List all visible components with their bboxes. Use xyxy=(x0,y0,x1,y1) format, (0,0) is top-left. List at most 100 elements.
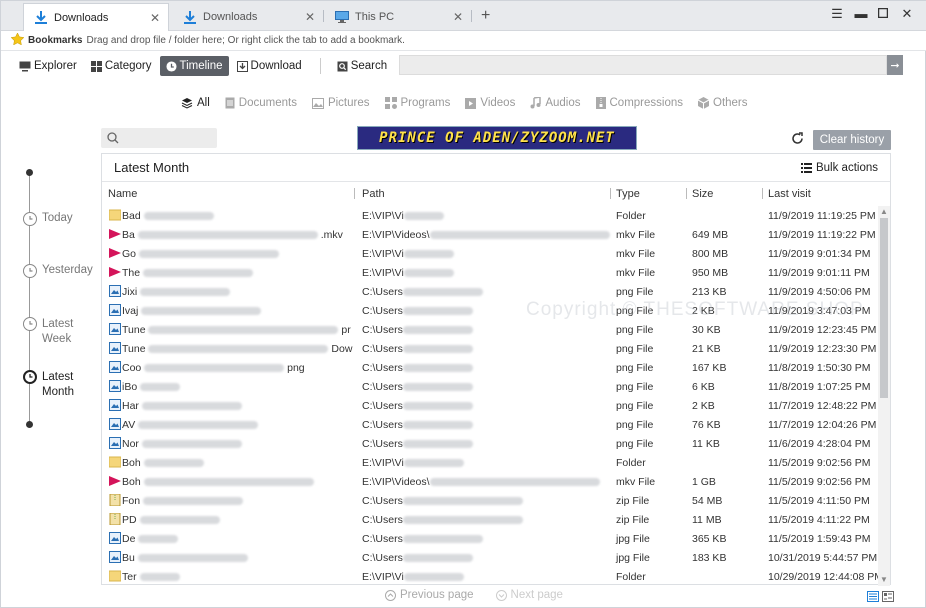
scroll-up-icon[interactable]: ▲ xyxy=(880,207,888,216)
scrollbar-thumb[interactable] xyxy=(880,218,888,398)
scroll-down-icon[interactable]: ▼ xyxy=(880,575,888,584)
table-row[interactable]: PD C:\Users zip File 11 MB 11/5/2019 4:11:2… xyxy=(102,510,878,529)
filter-documents[interactable]: Documents xyxy=(225,97,297,109)
column-header: Name Path Type Size Last visit xyxy=(102,182,890,206)
tab-downloads-2[interactable]: Downloads ✕ xyxy=(173,3,323,31)
previous-page-button[interactable]: Previous page xyxy=(385,589,474,601)
filter-all[interactable]: All xyxy=(181,97,210,109)
redacted-text xyxy=(429,478,600,487)
table-row[interactable]: Boh E:\VIP\Vi Folder 11/5/2019 9:02:56 PM xyxy=(102,453,878,472)
list-view-icon[interactable] xyxy=(867,591,879,605)
column-divider[interactable] xyxy=(762,188,763,199)
image-file-icon xyxy=(109,285,121,297)
bulk-actions-button[interactable]: Bulk actions xyxy=(800,162,878,174)
image-file-icon xyxy=(109,532,121,544)
search-input[interactable] xyxy=(101,128,217,148)
toolbar: Explorer Category Timeline Download Sear… xyxy=(13,53,913,79)
table-row[interactable]: Boh E:\VIP\Videos\ mkv File 1 GB 11/5/2019 … xyxy=(102,472,878,491)
timeline-latest-week[interactable]: Latest Week xyxy=(23,317,82,347)
clear-history-button[interactable]: Clear history xyxy=(813,130,891,150)
redacted-text xyxy=(141,307,262,316)
row-path: C:\Users xyxy=(362,495,523,507)
table-row[interactable]: Bu C:\Users jpg File 183 KB 10/31/2019 5:44… xyxy=(102,548,878,567)
tab-this-pc[interactable]: This PC ✕ xyxy=(325,3,471,31)
column-path[interactable]: Path xyxy=(362,188,385,200)
table-row[interactable]: Har C:\Users png File 2 KB 11/7/2019 12:48:… xyxy=(102,396,878,415)
column-name[interactable]: Name xyxy=(108,188,137,200)
table-row[interactable]: Tune pr C:\Users png File 30 KB 11/9/2019 12… xyxy=(102,320,878,339)
table-row[interactable]: Fon C:\Users zip File 54 MB 11/5/2019 4:11:… xyxy=(102,491,878,510)
table-row[interactable]: Nor C:\Users png File 11 KB 11/6/2019 4:28:… xyxy=(102,434,878,453)
clock-icon xyxy=(23,317,37,331)
row-type: png File xyxy=(616,419,654,431)
column-divider[interactable] xyxy=(354,188,355,199)
table-row[interactable]: Ter E:\VIP\Vi Folder 10/29/2019 12:44:08 P… xyxy=(102,567,878,586)
filter-videos[interactable]: Videos xyxy=(465,97,515,109)
column-type[interactable]: Type xyxy=(616,188,640,200)
redacted-text xyxy=(137,554,248,563)
star-icon xyxy=(10,32,25,48)
close-icon[interactable]: ✕ xyxy=(305,10,315,24)
explorer-button[interactable]: Explorer xyxy=(13,56,83,76)
column-divider[interactable] xyxy=(686,188,687,199)
filter-programs[interactable]: Programs xyxy=(384,97,450,109)
column-size[interactable]: Size xyxy=(692,188,713,200)
table-row[interactable]: Go E:\VIP\Vi mkv File 800 MB 11/9/2019 9:01… xyxy=(102,244,878,263)
image-file-icon xyxy=(109,551,121,563)
timeline-today[interactable]: Today xyxy=(23,212,73,226)
new-tab-icon[interactable]: + xyxy=(481,7,490,25)
row-size: 54 MB xyxy=(692,495,723,507)
menu-icon[interactable]: ☰ xyxy=(827,6,847,22)
row-path: C:\Users xyxy=(362,381,473,393)
timeline-button[interactable]: Timeline xyxy=(159,56,229,76)
row-last-visit: 11/9/2019 11:19:25 PM xyxy=(768,210,876,222)
row-name: De xyxy=(122,533,179,545)
row-size: 30 KB xyxy=(692,324,721,336)
row-path: C:\Users xyxy=(362,419,473,431)
go-arrow-icon[interactable]: ➞ xyxy=(887,55,903,75)
table-row[interactable]: Bad E:\VIP\Vi Folder 11/9/2019 11:19:25 PM xyxy=(102,206,878,225)
filter-audios[interactable]: Audios xyxy=(530,97,581,109)
row-last-visit: 11/9/2019 12:23:45 PM xyxy=(768,324,877,336)
table-row[interactable]: AV C:\Users png File 76 KB 11/7/2019 12:04:… xyxy=(102,415,878,434)
timeline-latest-month[interactable]: Latest Month xyxy=(23,370,82,400)
clock-icon xyxy=(23,212,37,226)
table-row[interactable]: Ba .mkv E:\VIP\Videos\ mkv File 649 MB 11/9/… xyxy=(102,225,878,244)
category-button[interactable]: Category xyxy=(85,56,158,76)
table-row[interactable]: Coo png C:\Users png File 167 KB 11/8/2019 1… xyxy=(102,358,878,377)
table-row[interactable]: Tune Dow C:\Users png File 21 KB 11/9/2019 1… xyxy=(102,339,878,358)
filter-compressions[interactable]: Compressions xyxy=(595,97,683,109)
redacted-text xyxy=(429,231,610,240)
filter-others[interactable]: Others xyxy=(698,97,748,109)
table-row[interactable]: The E:\VIP\Vi mkv File 950 MB 11/9/2019 9:0… xyxy=(102,263,878,282)
filter-pictures[interactable]: Pictures xyxy=(311,97,370,109)
column-last-visit[interactable]: Last visit xyxy=(768,188,811,200)
row-last-visit: 11/9/2019 11:19:22 PM xyxy=(768,229,876,241)
refresh-icon[interactable] xyxy=(791,132,804,148)
tab-downloads-1[interactable]: Downloads ✕ xyxy=(23,3,169,31)
video-file-icon xyxy=(109,267,121,277)
close-window-icon[interactable]: ✕ xyxy=(897,6,917,22)
chevron-up-circle-icon xyxy=(385,589,396,601)
address-bar[interactable] xyxy=(399,55,887,75)
minimize-icon[interactable]: ▬ xyxy=(851,6,871,21)
row-last-visit: 11/9/2019 4:50:06 PM xyxy=(768,286,871,298)
table-row[interactable]: De C:\Users jpg File 365 KB 11/5/2019 1:59:… xyxy=(102,529,878,548)
column-divider[interactable] xyxy=(610,188,611,199)
row-type: zip File xyxy=(616,495,650,507)
search-button[interactable]: Search xyxy=(331,56,393,76)
row-name: Bu xyxy=(122,552,248,564)
vertical-scrollbar[interactable]: ▲ ▼ xyxy=(878,206,890,586)
detail-view-icon[interactable] xyxy=(882,591,894,605)
download-button[interactable]: Download xyxy=(231,56,308,76)
close-icon[interactable]: ✕ xyxy=(150,11,160,25)
redacted-text xyxy=(141,402,242,411)
table-row[interactable]: iBo C:\Users png File 6 KB 11/8/2019 1:07:2… xyxy=(102,377,878,396)
row-name: Boh xyxy=(122,476,314,488)
document-icon xyxy=(225,97,235,109)
next-page-button[interactable]: Next page xyxy=(495,589,563,601)
close-icon[interactable]: ✕ xyxy=(453,10,463,24)
timeline-yesterday[interactable]: Yesterday xyxy=(23,264,93,278)
maximize-icon[interactable] xyxy=(873,6,893,21)
row-path: E:\VIP\Vi xyxy=(362,248,454,260)
